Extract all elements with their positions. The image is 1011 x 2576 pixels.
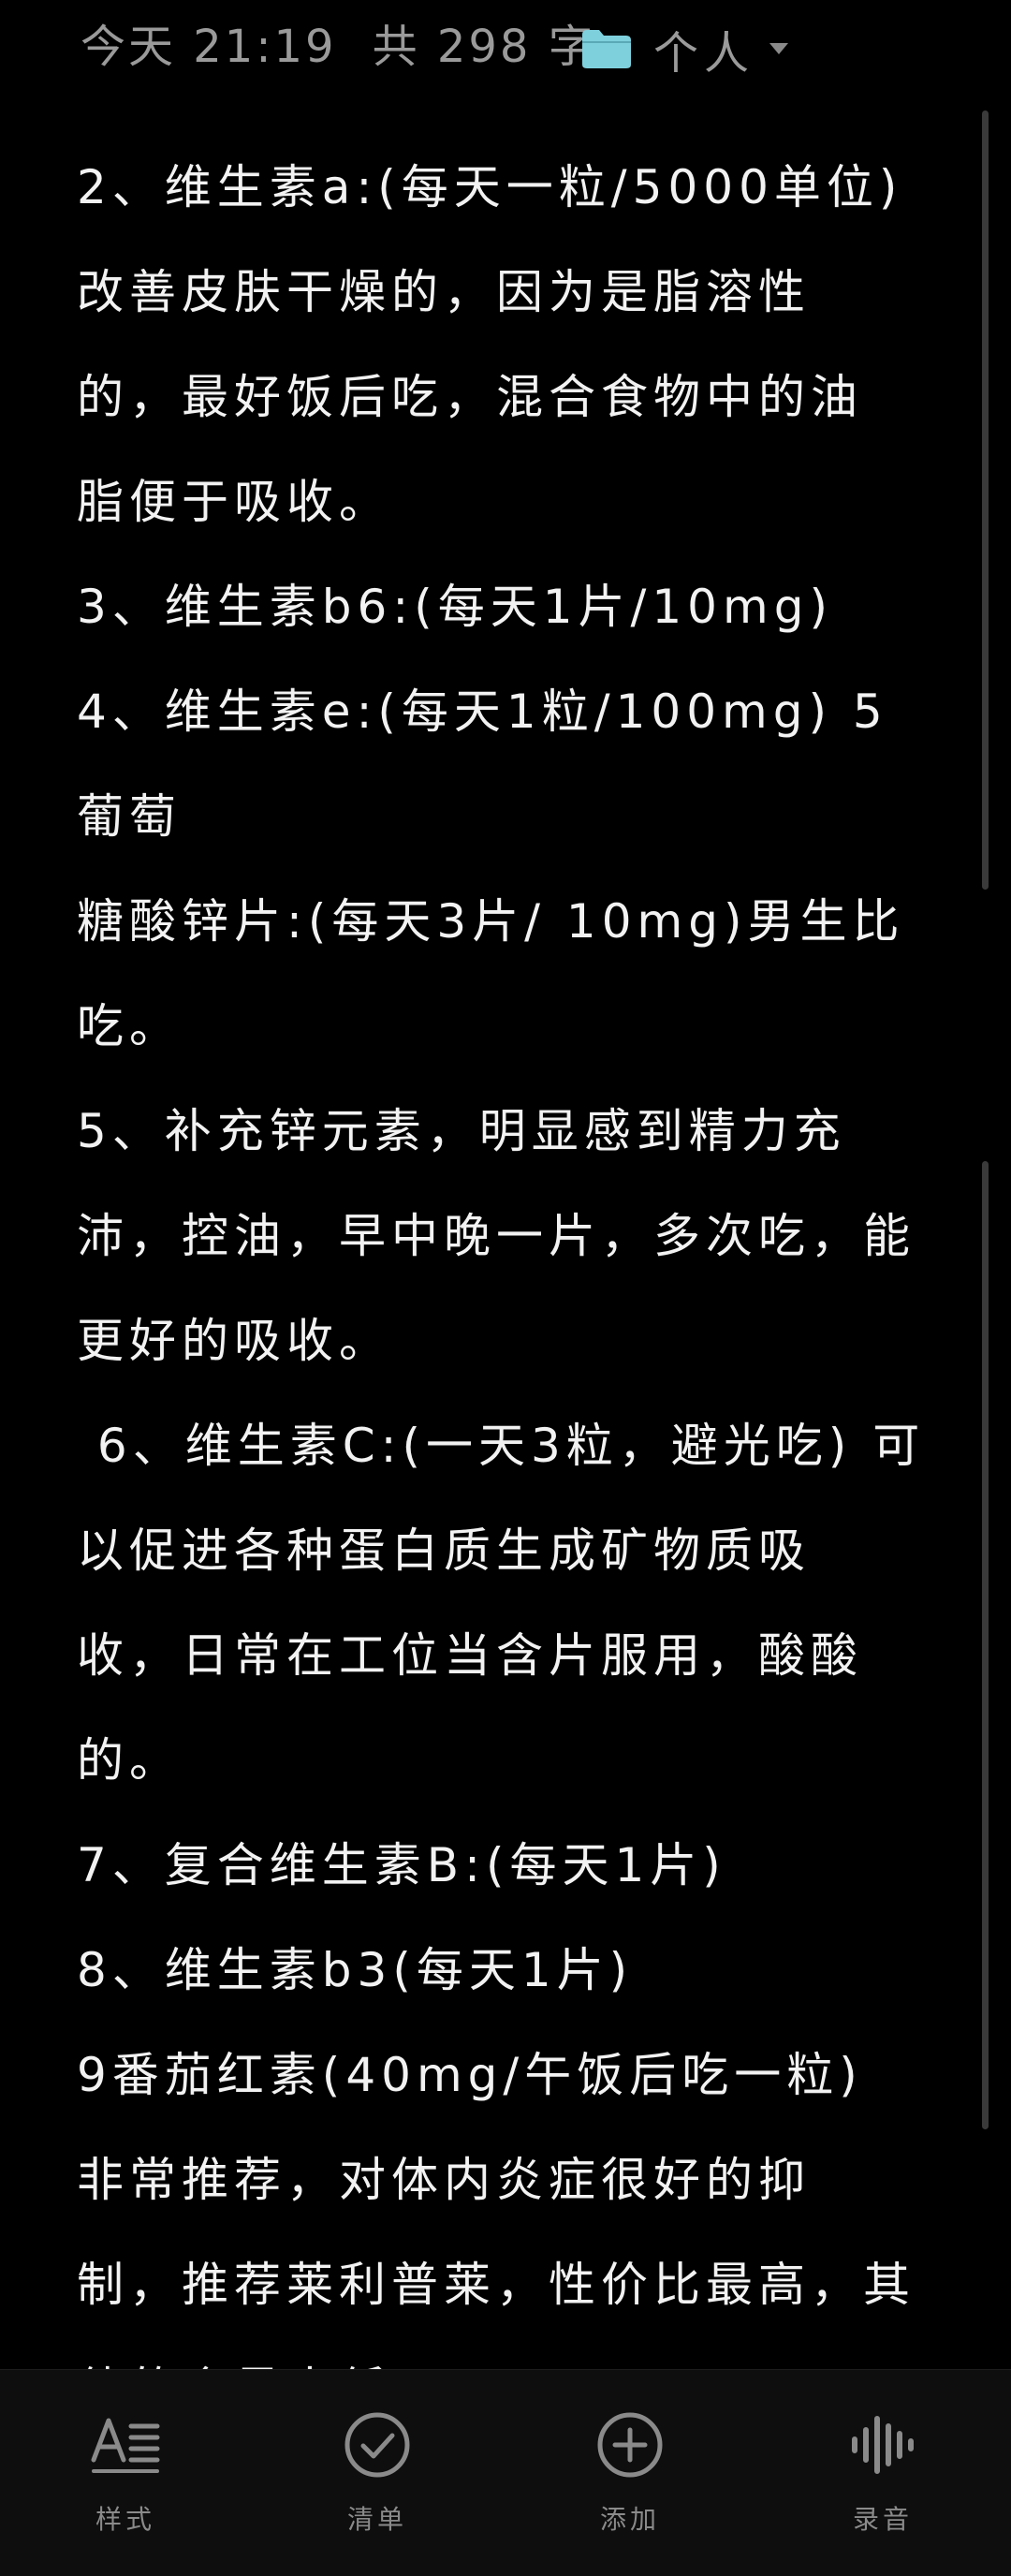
note-line: 脂便于吸收。 [77, 475, 391, 529]
note-body[interactable]: 2、维生素a:(每天一粒/5000单位) 改善皮肤干燥的，因为是脂溶性 的，最好… [77, 135, 938, 2442]
caret-down-icon [769, 43, 789, 54]
add-icon [597, 2412, 663, 2478]
folder-label: 个人 [653, 27, 755, 80]
note-line: 7、复合维生素B:(每天1片) [77, 1838, 726, 1892]
note-meta: 今天 21:19 共 298 字 [81, 17, 596, 77]
list-label: 清单 [346, 2504, 407, 2535]
note-line: 沛，控油，早中晚一片，多次吃，能 [77, 1209, 916, 1263]
add-label: 添加 [599, 2504, 660, 2535]
note-line: 3、维生素b6:(每天1片/10mg) [77, 580, 833, 634]
note-line: 5、补充锌元素，明显感到精力充 [77, 1104, 846, 1158]
note-line: 更好的吸收。 [77, 1314, 391, 1368]
word-count: 共 298 字 [372, 21, 596, 73]
note-line: 改善皮肤干燥的，因为是脂溶性 [77, 265, 811, 319]
note-line: 以促进各种蛋白质生成矿物质吸 [77, 1524, 811, 1578]
folder-icon [582, 30, 631, 68]
note-line: 吃。 [77, 999, 182, 1053]
folder-selector[interactable]: 个人 [580, 21, 790, 80]
checklist-button[interactable]: 清单 [284, 2407, 471, 2537]
style-button[interactable]: 样式 [32, 2407, 219, 2537]
note-line: 4、维生素e:(每天1粒/100mg) 5葡萄 [77, 684, 888, 844]
note-line: 6、维生素C:(一天3粒，避光吃) 可 [77, 1419, 926, 1473]
note-line: 制，推荐莱利普莱，性价比最高，其 [77, 2258, 916, 2312]
note-header: 今天 21:19 共 298 字 个人 [0, 0, 1011, 103]
style-label: 样式 [95, 2504, 155, 2535]
note-line: 糖酸锌片:(每天3片/ 10mg)男生比 [77, 894, 905, 949]
text-style-icon [91, 2418, 160, 2473]
add-button[interactable]: 添加 [536, 2407, 724, 2537]
note-date: 今天 21:19 [81, 21, 337, 73]
note-line: 8、维生素b3(每天1片) [77, 1943, 634, 1997]
record-button[interactable]: 录音 [789, 2407, 976, 2537]
note-line: 2、维生素a:(每天一粒/5000单位) [77, 160, 903, 214]
scrollbar-thumb[interactable] [982, 1161, 989, 2129]
bottom-toolbar: 样式 清单 添加 录音 [0, 2369, 1011, 2576]
record-label: 录音 [852, 2504, 913, 2535]
checklist-icon [344, 2412, 410, 2478]
note-line: 收，日常在工位当含片服用，酸酸 [77, 1628, 863, 1683]
scrollbar-top[interactable] [982, 110, 989, 890]
voice-waveform-icon [852, 2416, 914, 2474]
note-line: 的。 [77, 1733, 182, 1788]
note-line: 9番茄红素(40mg/午饭后吃一粒) [77, 2048, 863, 2102]
note-line: 非常推荐，对体内炎症很好的抑 [77, 2153, 811, 2207]
note-line: 的，最好饭后吃，混合食物中的油 [77, 370, 863, 424]
